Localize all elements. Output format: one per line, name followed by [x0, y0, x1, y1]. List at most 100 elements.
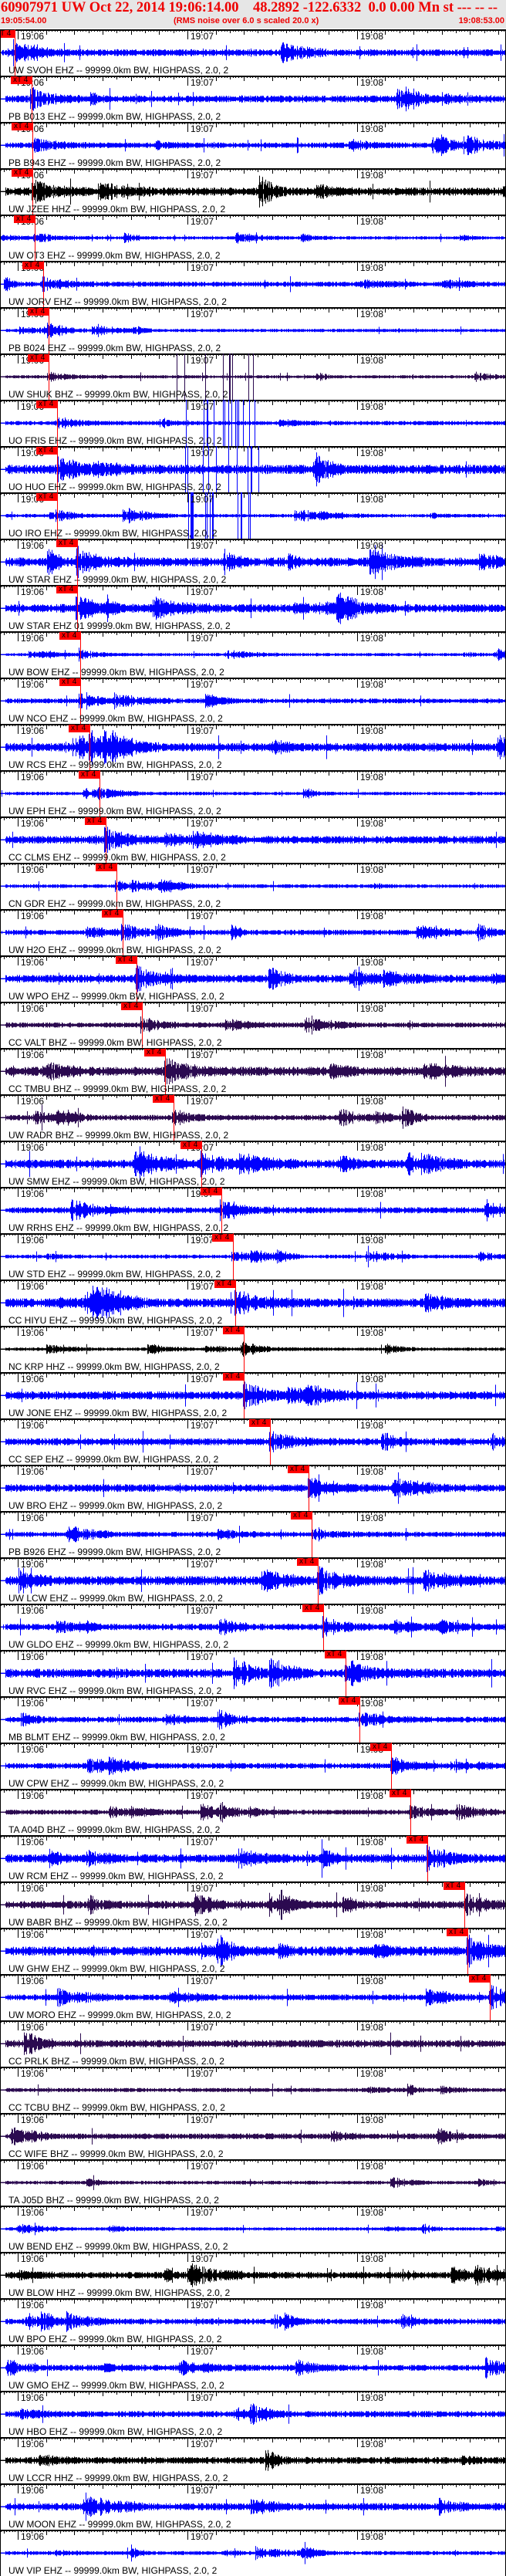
- pick-marker[interactable]: xT 4: [1, 30, 15, 38]
- pick-marker[interactable]: xT 4: [11, 76, 32, 84]
- pick-marker[interactable]: xT 4: [339, 1697, 360, 1705]
- trace-panel[interactable]: 19:06 19:07 19:08 xT 4 UW STAR EHZ -- 99999.…: [0, 539, 506, 585]
- pick-marker[interactable]: xT 4: [223, 1373, 245, 1381]
- trace-panel[interactable]: 19:06 19:07 19:08 UW GMO EHZ -- 99999.0km B…: [0, 2344, 506, 2391]
- pick-marker[interactable]: xT 4: [153, 1095, 174, 1103]
- trace-panel[interactable]: 19:06 19:07 19:08 UW BPO EHZ -- 99999.0km B…: [0, 2298, 506, 2344]
- pick-marker[interactable]: xT 4: [12, 123, 33, 130]
- trace-panel[interactable]: 19:0619:0719:08xT 4UW SHUK BHZ -- 99999.…: [0, 353, 506, 400]
- trace-panel[interactable]: 19:06 19:07 19:08 xT 4 NC KRP HHZ -- 99999.0…: [0, 1326, 506, 1372]
- trace-panel[interactable]: 19:06 19:07 19:08 xT 4 UW MORO EHZ -- 99999.…: [0, 1974, 506, 2020]
- trace-panel[interactable]: 19:06 19:07 19:08 xT 4 CC CLMS EHZ -- 99999.…: [0, 816, 506, 863]
- trace-panel[interactable]: 19:06 19:07 19:08 xT 4 CC HIYU EHZ -- 99999.…: [0, 1280, 506, 1326]
- trace-panel[interactable]: 19:0619:0719:08xT 4UW JORV EHZ -- 99999.…: [0, 261, 506, 307]
- trace-panel[interactable]: 19:06 19:07 19:08 xT 4 PB B013 EHZ -- 99999.…: [0, 76, 506, 122]
- pick-marker[interactable]: xT 4: [12, 169, 33, 177]
- trace-panel[interactable]: 19:06 19:07 19:08 xT 4 UW RCS EHZ -- 99999.0…: [0, 724, 506, 770]
- trace-panel[interactable]: 19:06 19:07 19:08 xT 4 CC VALT BHZ -- 99999.…: [0, 1002, 506, 1048]
- pick-marker[interactable]: xT 4: [36, 493, 58, 501]
- trace-panel[interactable]: 19:06 19:07 19:08 xT 4 UW BRO EHZ -- 99999.0…: [0, 1465, 506, 1511]
- trace-panel[interactable]: 19:06 19:07 19:08 xT 4 UW SMW EHZ -- 99999.0…: [0, 1141, 506, 1187]
- trace-panel[interactable]: 19:06 19:07 19:08 xT 4 UW BABR BHZ -- 99999.…: [0, 1881, 506, 1928]
- pick-marker[interactable]: xT 4: [469, 1975, 491, 1983]
- trace-panel[interactable]: 19:06 19:07 19:08 xT 4 UW BOW EHZ -- 99999.0…: [0, 631, 506, 678]
- trace-panel[interactable]: 19:06 19:07 19:08 xT 4 UW RCM EHZ -- 99999.0…: [0, 1835, 506, 1881]
- trace-panel[interactable]: 19:06 19:07 19:08 xT 4 UW STD EHZ -- 99999.0…: [0, 1233, 506, 1280]
- pick-marker[interactable]: xT 4: [79, 771, 100, 779]
- trace-panel[interactable]: 19:06 19:07 19:08 CC WIFE BHZ -- 99999.0km …: [0, 2113, 506, 2159]
- trace-panel[interactable]: 19:0619:0719:08xT 4UW OT3 EHZ -- 99999.0…: [0, 215, 506, 261]
- pick-marker[interactable]: xT 4: [28, 354, 49, 362]
- trace-panel[interactable]: 19:06 19:07 19:08 UW VIP EHZ -- 99999.0km B…: [0, 2530, 506, 2576]
- pick-marker[interactable]: xT 4: [406, 1836, 428, 1844]
- pick-marker[interactable]: xT 4: [212, 1234, 234, 1242]
- trace-panel[interactable]: 19:06 19:07 19:08 xT 4 UW H2O EHZ -- 99999.0…: [0, 909, 506, 955]
- trace-panel[interactable]: 19:06 19:07 19:08 xT 4 UW GHW EHZ -- 99999.0…: [0, 1928, 506, 1974]
- pick-marker[interactable]: xT 4: [180, 1141, 202, 1149]
- pick-marker[interactable]: xT 4: [96, 864, 117, 871]
- pick-marker[interactable]: xT 4: [291, 1512, 312, 1520]
- trace-panel[interactable]: 19:06 19:07 19:08 UW BLOW HHZ -- 99999.0km …: [0, 2252, 506, 2298]
- pick-marker[interactable]: xT 4: [249, 1419, 271, 1427]
- trace-panel[interactable]: 19:06 19:07 19:08 xT 4 UW NCO EHZ -- 99999.0…: [0, 678, 506, 724]
- pick-marker[interactable]: xT 4: [447, 1929, 468, 1936]
- trace-panel[interactable]: 19:06 19:07 19:08 xT 4 PB B926 EHZ -- 99999.…: [0, 1511, 506, 1557]
- trace-panel[interactable]: 19:06 19:07 19:08 xT 4 UO HUO EHZ -- 99999.0…: [0, 446, 506, 492]
- trace-panel[interactable]: 19:0619:0719:08xT 4PB B024 EHZ -- 99999.…: [0, 307, 506, 353]
- pick-marker[interactable]: xT 4: [288, 1465, 309, 1473]
- pick-marker[interactable]: xT 4: [214, 1280, 236, 1288]
- pick-marker[interactable]: xT 4: [223, 1327, 245, 1334]
- trace-panel[interactable]: 19:06 19:07 19:08 xT 4 UW JONE EHZ -- 99999.…: [0, 1372, 506, 1418]
- pick-marker[interactable]: xT 4: [121, 1002, 143, 1010]
- trace-panel[interactable]: 19:06 19:07 19:08 UW LCCR HHZ -- 99999.0km …: [0, 2437, 506, 2483]
- trace-panel[interactable]: 19:06 19:07 19:08 UW HBO EHZ -- 99999.0km B…: [0, 2391, 506, 2437]
- trace-panel[interactable]: 19:06 19:07 19:08 CC PRLK BHZ -- 99999.0km …: [0, 2020, 506, 2067]
- pick-marker[interactable]: xT 4: [390, 1790, 411, 1797]
- pick-marker[interactable]: xT 4: [444, 1882, 465, 1890]
- pick-marker[interactable]: xT 4: [370, 1743, 392, 1751]
- trace-panel[interactable]: 19:06 19:07 19:08 xT 4 UW WPO EHZ -- 99999.0…: [0, 955, 506, 1002]
- pick-marker[interactable]: xT 4: [325, 1651, 346, 1658]
- pick-marker[interactable]: xT 4: [56, 539, 78, 547]
- channel-label: CN GDR EHZ -- 99999.0km BW, HIGHPASS, 2.…: [8, 898, 221, 909]
- pick-marker[interactable]: xT 4: [59, 632, 81, 640]
- pick-marker[interactable]: xT 4: [14, 215, 35, 223]
- trace-panel[interactable]: 19:06 19:07 19:08 xT 4 CN GDR EHZ -- 99999.0…: [0, 863, 506, 909]
- pick-marker[interactable]: xT 4: [36, 447, 58, 455]
- trace-panel[interactable]: 19:06 19:07 19:08 xT 4 UW RVC EHZ -- 99999.0…: [0, 1650, 506, 1696]
- trace-panel[interactable]: 19:06 19:07 19:08 xT 4 MB BLMT EHZ -- 99999.…: [0, 1696, 506, 1743]
- trace-panel[interactable]: 19:06 19:07 19:08 xT 4 UW LCW EHZ -- 99999.0…: [0, 1557, 506, 1604]
- pick-marker[interactable]: xT 4: [69, 725, 90, 732]
- trace-panel[interactable]: 19:06 19:07 19:08 xT 4 TA A04D BHZ -- 99999.…: [0, 1789, 506, 1835]
- pick-marker[interactable]: xT 4: [144, 1049, 166, 1056]
- trace-panel[interactable]: 19:06 19:07 19:08 xT 4 UO IRO EHZ -- 99999.0…: [0, 492, 506, 539]
- time-tick-label: 19:08: [360, 1327, 384, 1338]
- pick-marker[interactable]: xT 4: [102, 910, 123, 918]
- trace-panel[interactable]: 19:0619:0719:08xT 4UW RRHS EHZ -- 99999.…: [0, 1187, 506, 1233]
- trace-panel[interactable]: 19:0619:0719:08xT 4PB B943 EHZ -- 99999.…: [0, 122, 506, 168]
- pick-marker[interactable]: xT 4: [116, 956, 137, 964]
- pick-marker[interactable]: xT 4: [85, 817, 106, 825]
- pick-marker[interactable]: xT 4: [36, 401, 58, 408]
- pick-marker[interactable]: xT 4: [22, 262, 44, 269]
- trace-panel[interactable]: 19:06 19:07 19:08 UW BEND EHZ -- 99999.0km …: [0, 2206, 506, 2252]
- trace-panel[interactable]: 19:06 19:07 19:08 UW MOON EHZ -- 99999.0km …: [0, 2483, 506, 2530]
- trace-panel[interactable]: 19:06 19:07 19:08 xT 4 CC SEP EHZ -- 99999.0…: [0, 1418, 506, 1465]
- pick-marker[interactable]: xT 4: [28, 308, 49, 316]
- trace-panel[interactable]: 19:06 19:07 19:08 xT 4 UW GLDO EHZ -- 99999.…: [0, 1604, 506, 1650]
- pick-marker[interactable]: xT 4: [59, 678, 81, 686]
- trace-panel[interactable]: 19:06 19:07 19:08 xT 4 UW EPH EHZ -- 99999.0…: [0, 770, 506, 816]
- trace-panel[interactable]: 19:06 19:07 19:08 xT 4 UW SVOH EHZ -- 99999.…: [0, 29, 506, 76]
- trace-panel[interactable]: 19:06 19:07 19:08 xT 4 UW STAR EHZ 01 99999.…: [0, 585, 506, 631]
- trace-panel[interactable]: 19:0619:0719:08xT 4UW CPW EHZ -- 99999.0…: [0, 1743, 506, 1789]
- trace-panel[interactable]: 19:0619:0719:08xT 4UW JZEE HHZ -- 99999.…: [0, 168, 506, 215]
- trace-panel[interactable]: 19:06 19:07 19:08 xT 4 CC TMBU BHZ -- 99999.…: [0, 1048, 506, 1094]
- trace-panel[interactable]: 19:06 19:07 19:08 CC TCBU BHZ -- 99999.0km …: [0, 2067, 506, 2113]
- pick-marker[interactable]: xT 4: [201, 1188, 222, 1195]
- trace-panel[interactable]: 19:06 19:07 19:08 xT 4 UW RADR BHZ -- 99999.…: [0, 1094, 506, 1141]
- pick-marker[interactable]: xT 4: [302, 1604, 324, 1612]
- pick-marker[interactable]: xT 4: [56, 586, 78, 593]
- trace-panel[interactable]: 19:06 19:07 19:08 TA J05D BHZ -- 99999.0km …: [0, 2159, 506, 2206]
- pick-marker[interactable]: xT 4: [297, 1558, 319, 1566]
- trace-panel[interactable]: 19:06 19:07 19:08 xT 4 UO FRIS EHZ -- 99999.…: [0, 400, 506, 446]
